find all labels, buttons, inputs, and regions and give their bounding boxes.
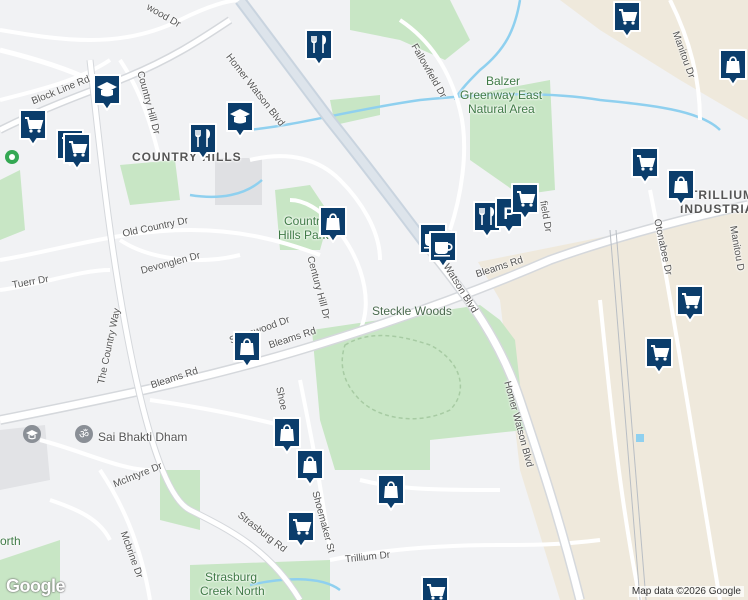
label-trillium-industrial-line1: TRILLIUM: [690, 188, 748, 202]
svg-text:ॐ: ॐ: [79, 428, 89, 441]
pin-shopping-cart[interactable]: [286, 510, 316, 548]
pin-shopping-bag[interactable]: [718, 48, 748, 86]
label-balzer-line3: Natural Area: [468, 102, 535, 116]
shopping-cart-icon: [676, 285, 704, 322]
location-marker-center: [9, 154, 15, 160]
shopping-cart-icon: [631, 147, 659, 184]
restaurant-icon: [305, 29, 333, 66]
pin-shopping-cart[interactable]: [612, 0, 642, 38]
shopping-bag-icon: [296, 449, 324, 486]
school-icon: [93, 74, 121, 111]
pin-shopping-cart[interactable]: [510, 182, 540, 220]
map-attribution[interactable]: Map data ©2026 Google: [628, 586, 744, 597]
pin-shopping-cart[interactable]: [644, 336, 674, 374]
place-of-worship-icon: ॐ: [75, 425, 93, 443]
pin-cafe[interactable]: [428, 230, 458, 268]
shopping-cart-icon: [645, 337, 673, 374]
school-icon: [226, 101, 254, 138]
pin-shopping-cart[interactable]: [18, 108, 48, 146]
building-block: [215, 158, 262, 205]
shopping-cart-icon: [421, 576, 449, 600]
label-balzer-line1: Balzer: [486, 74, 521, 88]
pin-shopping-bag[interactable]: [295, 448, 325, 486]
shopping-bag-icon: [719, 49, 747, 86]
map-view[interactable]: Homer Watson Blvd Watson Blvd Homer Wats…: [0, 0, 748, 600]
label-steckle-woods: Steckle Woods: [372, 304, 452, 318]
shopping-bag-icon: [319, 206, 347, 243]
cafe-icon: [429, 231, 457, 268]
pin-shopping-cart[interactable]: [62, 132, 92, 170]
pin-shopping-cart[interactable]: [630, 146, 660, 184]
small-pond: [636, 434, 644, 442]
small-park-5: [0, 170, 25, 240]
pin-shopping-bag[interactable]: [376, 473, 406, 511]
google-logo: Google: [6, 576, 66, 596]
pin-school[interactable]: [92, 73, 122, 111]
pin-shopping-bag[interactable]: [232, 330, 262, 368]
label-sai-bhakti-dham: Sai Bhakti Dham: [98, 430, 188, 444]
shopping-bag-icon: [233, 331, 261, 368]
shopping-cart-icon: [63, 133, 91, 170]
pin-restaurant[interactable]: [188, 122, 218, 160]
label-strasburg-creek-line1: Strasburg: [205, 570, 258, 584]
pin-shopping-bag[interactable]: [666, 168, 696, 206]
shopping-bag-icon: [377, 474, 405, 511]
label-country-hills-district: COUNTRY HILLS: [132, 150, 242, 164]
pin-shopping-cart[interactable]: [675, 284, 705, 322]
pin-shopping-bag[interactable]: [318, 205, 348, 243]
shopping-bag-icon: [667, 169, 695, 206]
shopping-cart-icon: [19, 109, 47, 146]
shopping-cart-icon: [287, 511, 315, 548]
restaurant-icon: [189, 123, 217, 160]
school-marker-icon: [23, 425, 41, 443]
pin-restaurant[interactable]: [304, 28, 334, 66]
label-balzer-line2: Greenway East: [460, 88, 543, 102]
small-park-1: [120, 160, 180, 205]
label-strasburg-creek-line2: Creek North: [200, 584, 265, 598]
pin-school[interactable]: [225, 100, 255, 138]
label-north-partial: orth: [0, 534, 21, 548]
shopping-cart-icon: [511, 183, 539, 220]
pin-shopping-cart[interactable]: [420, 575, 450, 600]
shopping-cart-icon: [613, 1, 641, 38]
